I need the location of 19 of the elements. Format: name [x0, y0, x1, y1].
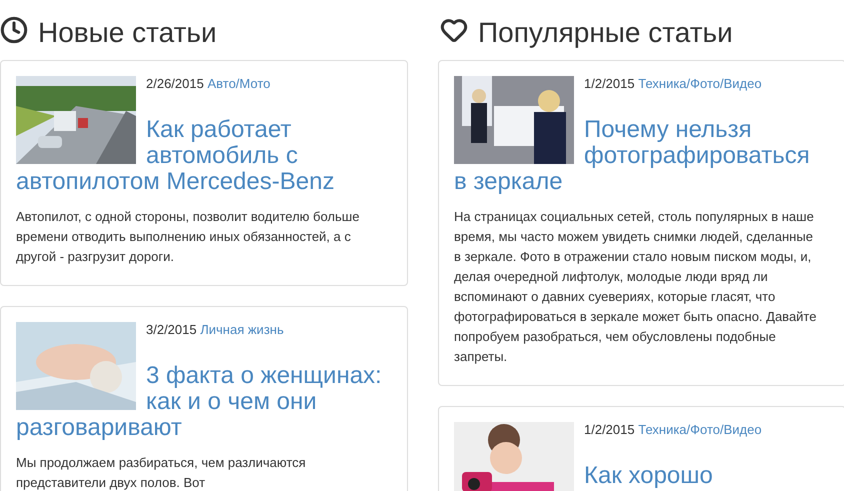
section-heading: Новые статьи: [38, 17, 217, 49]
heart-icon: [440, 16, 468, 44]
article-date: 2/26/2015: [146, 76, 204, 91]
article-text: Автопилот, с одной стороны, позволит водителю больше времени отводить выполнению иных обязанностей, а с другой - разгрузит дороги.: [16, 208, 360, 266]
category-link[interactable]: Техника/Фото/Видео: [638, 422, 762, 437]
article-text: Мы продолжаем разбираться, чем различаются представители двух полов. Вот: [16, 454, 307, 491]
clock-icon: [0, 16, 28, 44]
category-link[interactable]: Личная жизнь: [200, 322, 284, 337]
category-link[interactable]: Авто/Мото: [207, 76, 270, 91]
article-text: На страницах социальных сетей, столь популярных в наше время, мы часто можем увидеть снимки людей, сделанные в зеркале. Фото в отражении стало новым писком моды, и, делая очередной лифтолук, молодые люди вряд ли вспоминают о давних суевериях, которые гласят, что фотографироваться в зеркале может быть опасно. Давайте попробуем разобраться, чем обусловлены подобные запреты.: [454, 208, 818, 366]
article-title[interactable]: Как хорошо: [454, 463, 819, 489]
article-date: 1/2/2015: [584, 422, 635, 437]
article-title[interactable]: Как работает автомобиль с автопилотом Mercedes-Benz: [16, 117, 392, 195]
article-date: 3/2/2015: [146, 322, 197, 337]
article-title[interactable]: Почему нельзя фотографироваться в зеркале: [454, 117, 819, 195]
section-heading: Популярные статьи: [478, 17, 733, 49]
article-date: 1/2/2015: [584, 76, 635, 91]
article-title[interactable]: 3 факта о женщинах: как и о чем они разговаривают: [16, 363, 392, 441]
category-link[interactable]: Техника/Фото/Видео: [638, 76, 762, 91]
